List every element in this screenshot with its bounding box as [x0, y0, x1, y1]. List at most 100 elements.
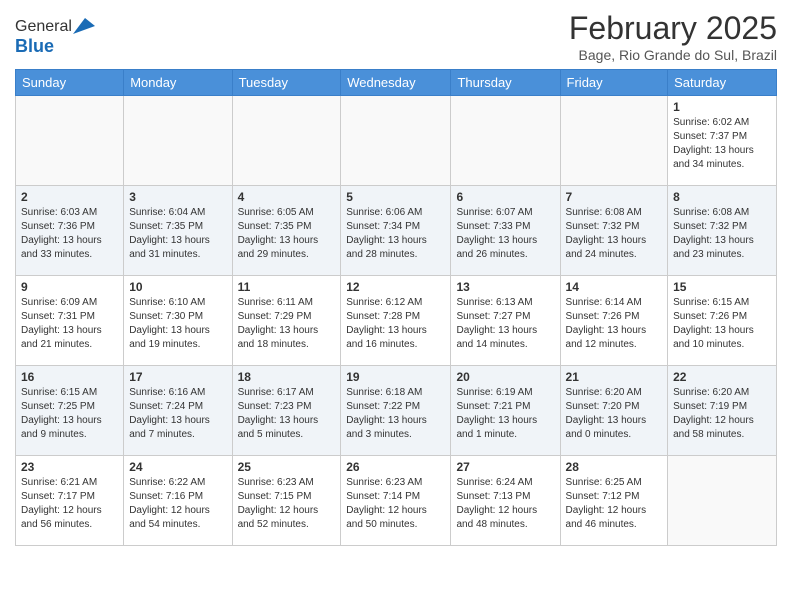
day-number: 9	[21, 280, 118, 294]
subtitle: Bage, Rio Grande do Sul, Brazil	[569, 47, 777, 63]
day-number: 15	[673, 280, 771, 294]
day-info: Sunrise: 6:17 AM Sunset: 7:23 PM Dayligh…	[238, 386, 336, 442]
calendar-cell: 16 Sunrise: 6:15 AM Sunset: 7:25 PM Dayli…	[16, 366, 124, 456]
logo: General Blue	[15, 18, 95, 57]
weekday-header: Thursday	[451, 70, 560, 96]
calendar-cell: 2 Sunrise: 6:03 AM Sunset: 7:36 PM Daylig…	[16, 186, 124, 276]
day-info: Sunrise: 6:03 AM Sunset: 7:36 PM Dayligh…	[21, 206, 118, 262]
day-info: Sunrise: 6:25 AM Sunset: 7:12 PM Dayligh…	[566, 476, 663, 532]
day-number: 13	[456, 280, 554, 294]
calendar-week-row: 2 Sunrise: 6:03 AM Sunset: 7:36 PM Daylig…	[16, 186, 777, 276]
day-info: Sunrise: 6:13 AM Sunset: 7:27 PM Dayligh…	[456, 296, 554, 352]
day-number: 10	[129, 280, 226, 294]
day-number: 17	[129, 370, 226, 384]
day-info: Sunrise: 6:06 AM Sunset: 7:34 PM Dayligh…	[346, 206, 445, 262]
day-info: Sunrise: 6:08 AM Sunset: 7:32 PM Dayligh…	[566, 206, 663, 262]
logo-blue-text: Blue	[15, 36, 54, 56]
day-info: Sunrise: 6:16 AM Sunset: 7:24 PM Dayligh…	[129, 386, 226, 442]
day-number: 8	[673, 190, 771, 204]
calendar-week-row: 16 Sunrise: 6:15 AM Sunset: 7:25 PM Dayli…	[16, 366, 777, 456]
calendar-cell	[560, 96, 668, 186]
calendar-cell: 7 Sunrise: 6:08 AM Sunset: 7:32 PM Daylig…	[560, 186, 668, 276]
calendar-week-row: 1 Sunrise: 6:02 AM Sunset: 7:37 PM Daylig…	[16, 96, 777, 186]
day-number: 3	[129, 190, 226, 204]
calendar-cell: 3 Sunrise: 6:04 AM Sunset: 7:35 PM Daylig…	[124, 186, 232, 276]
calendar-cell	[451, 96, 560, 186]
day-number: 28	[566, 460, 663, 474]
calendar-cell	[668, 456, 777, 546]
weekday-header: Saturday	[668, 70, 777, 96]
day-info: Sunrise: 6:15 AM Sunset: 7:26 PM Dayligh…	[673, 296, 771, 352]
calendar-cell: 6 Sunrise: 6:07 AM Sunset: 7:33 PM Daylig…	[451, 186, 560, 276]
day-info: Sunrise: 6:12 AM Sunset: 7:28 PM Dayligh…	[346, 296, 445, 352]
day-number: 12	[346, 280, 445, 294]
day-number: 19	[346, 370, 445, 384]
calendar-cell: 9 Sunrise: 6:09 AM Sunset: 7:31 PM Daylig…	[16, 276, 124, 366]
day-info: Sunrise: 6:21 AM Sunset: 7:17 PM Dayligh…	[21, 476, 118, 532]
logo-icon	[73, 16, 95, 36]
day-number: 7	[566, 190, 663, 204]
main-title: February 2025	[569, 10, 777, 47]
day-info: Sunrise: 6:04 AM Sunset: 7:35 PM Dayligh…	[129, 206, 226, 262]
calendar-cell: 14Sunrise: 6:14 AM Sunset: 7:26 PM Dayli…	[560, 276, 668, 366]
day-number: 14	[566, 280, 663, 294]
day-number: 16	[21, 370, 118, 384]
day-number: 20	[456, 370, 554, 384]
day-info: Sunrise: 6:07 AM Sunset: 7:33 PM Dayligh…	[456, 206, 554, 262]
day-number: 11	[238, 280, 336, 294]
day-number: 21	[566, 370, 663, 384]
day-info: Sunrise: 6:19 AM Sunset: 7:21 PM Dayligh…	[456, 386, 554, 442]
calendar-table: SundayMondayTuesdayWednesdayThursdayFrid…	[15, 69, 777, 546]
weekday-header: Monday	[124, 70, 232, 96]
calendar-cell	[124, 96, 232, 186]
day-info: Sunrise: 6:05 AM Sunset: 7:35 PM Dayligh…	[238, 206, 336, 262]
day-number: 26	[346, 460, 445, 474]
calendar-cell: 27 Sunrise: 6:24 AM Sunset: 7:13 PM Dayli…	[451, 456, 560, 546]
calendar-cell: 17 Sunrise: 6:16 AM Sunset: 7:24 PM Dayli…	[124, 366, 232, 456]
weekday-header-row: SundayMondayTuesdayWednesdayThursdayFrid…	[16, 70, 777, 96]
day-info: Sunrise: 6:24 AM Sunset: 7:13 PM Dayligh…	[456, 476, 554, 532]
day-number: 24	[129, 460, 226, 474]
calendar-week-row: 23 Sunrise: 6:21 AM Sunset: 7:17 PM Dayli…	[16, 456, 777, 546]
calendar-cell: 22 Sunrise: 6:20 AM Sunset: 7:19 PM Dayli…	[668, 366, 777, 456]
day-number: 4	[238, 190, 336, 204]
calendar-cell	[232, 96, 341, 186]
title-block: February 2025 Bage, Rio Grande do Sul, B…	[569, 10, 777, 63]
calendar-cell	[341, 96, 451, 186]
day-number: 27	[456, 460, 554, 474]
day-info: Sunrise: 6:18 AM Sunset: 7:22 PM Dayligh…	[346, 386, 445, 442]
calendar-cell: 4 Sunrise: 6:05 AM Sunset: 7:35 PM Daylig…	[232, 186, 341, 276]
day-info: Sunrise: 6:22 AM Sunset: 7:16 PM Dayligh…	[129, 476, 226, 532]
day-number: 22	[673, 370, 771, 384]
calendar-cell: 10Sunrise: 6:10 AM Sunset: 7:30 PM Dayli…	[124, 276, 232, 366]
calendar-cell: 1 Sunrise: 6:02 AM Sunset: 7:37 PM Daylig…	[668, 96, 777, 186]
day-number: 23	[21, 460, 118, 474]
day-info: Sunrise: 6:08 AM Sunset: 7:32 PM Dayligh…	[673, 206, 771, 262]
day-number: 25	[238, 460, 336, 474]
calendar-cell: 5 Sunrise: 6:06 AM Sunset: 7:34 PM Daylig…	[341, 186, 451, 276]
calendar-cell: 11Sunrise: 6:11 AM Sunset: 7:29 PM Dayli…	[232, 276, 341, 366]
calendar-cell: 25 Sunrise: 6:23 AM Sunset: 7:15 PM Dayli…	[232, 456, 341, 546]
day-info: Sunrise: 6:20 AM Sunset: 7:19 PM Dayligh…	[673, 386, 771, 442]
day-number: 2	[21, 190, 118, 204]
calendar-cell: 21Sunrise: 6:20 AM Sunset: 7:20 PM Dayli…	[560, 366, 668, 456]
calendar-cell: 28 Sunrise: 6:25 AM Sunset: 7:12 PM Dayli…	[560, 456, 668, 546]
day-info: Sunrise: 6:23 AM Sunset: 7:14 PM Dayligh…	[346, 476, 445, 532]
day-number: 6	[456, 190, 554, 204]
day-info: Sunrise: 6:09 AM Sunset: 7:31 PM Dayligh…	[21, 296, 118, 352]
calendar-cell: 8 Sunrise: 6:08 AM Sunset: 7:32 PM Daylig…	[668, 186, 777, 276]
day-number: 1	[673, 100, 771, 114]
calendar-cell: 24 Sunrise: 6:22 AM Sunset: 7:16 PM Dayli…	[124, 456, 232, 546]
calendar-cell: 13 Sunrise: 6:13 AM Sunset: 7:27 PM Dayli…	[451, 276, 560, 366]
calendar-cell: 20 Sunrise: 6:19 AM Sunset: 7:21 PM Dayli…	[451, 366, 560, 456]
day-info: Sunrise: 6:23 AM Sunset: 7:15 PM Dayligh…	[238, 476, 336, 532]
day-info: Sunrise: 6:02 AM Sunset: 7:37 PM Dayligh…	[673, 116, 771, 172]
calendar-cell: 12 Sunrise: 6:12 AM Sunset: 7:28 PM Dayli…	[341, 276, 451, 366]
weekday-header: Friday	[560, 70, 668, 96]
page-header: General Blue February 2025 Bage, Rio Gra…	[15, 10, 777, 63]
calendar-cell: 19 Sunrise: 6:18 AM Sunset: 7:22 PM Dayli…	[341, 366, 451, 456]
day-number: 5	[346, 190, 445, 204]
logo-general-text: General	[15, 18, 72, 36]
weekday-header: Sunday	[16, 70, 124, 96]
day-info: Sunrise: 6:15 AM Sunset: 7:25 PM Dayligh…	[21, 386, 118, 442]
